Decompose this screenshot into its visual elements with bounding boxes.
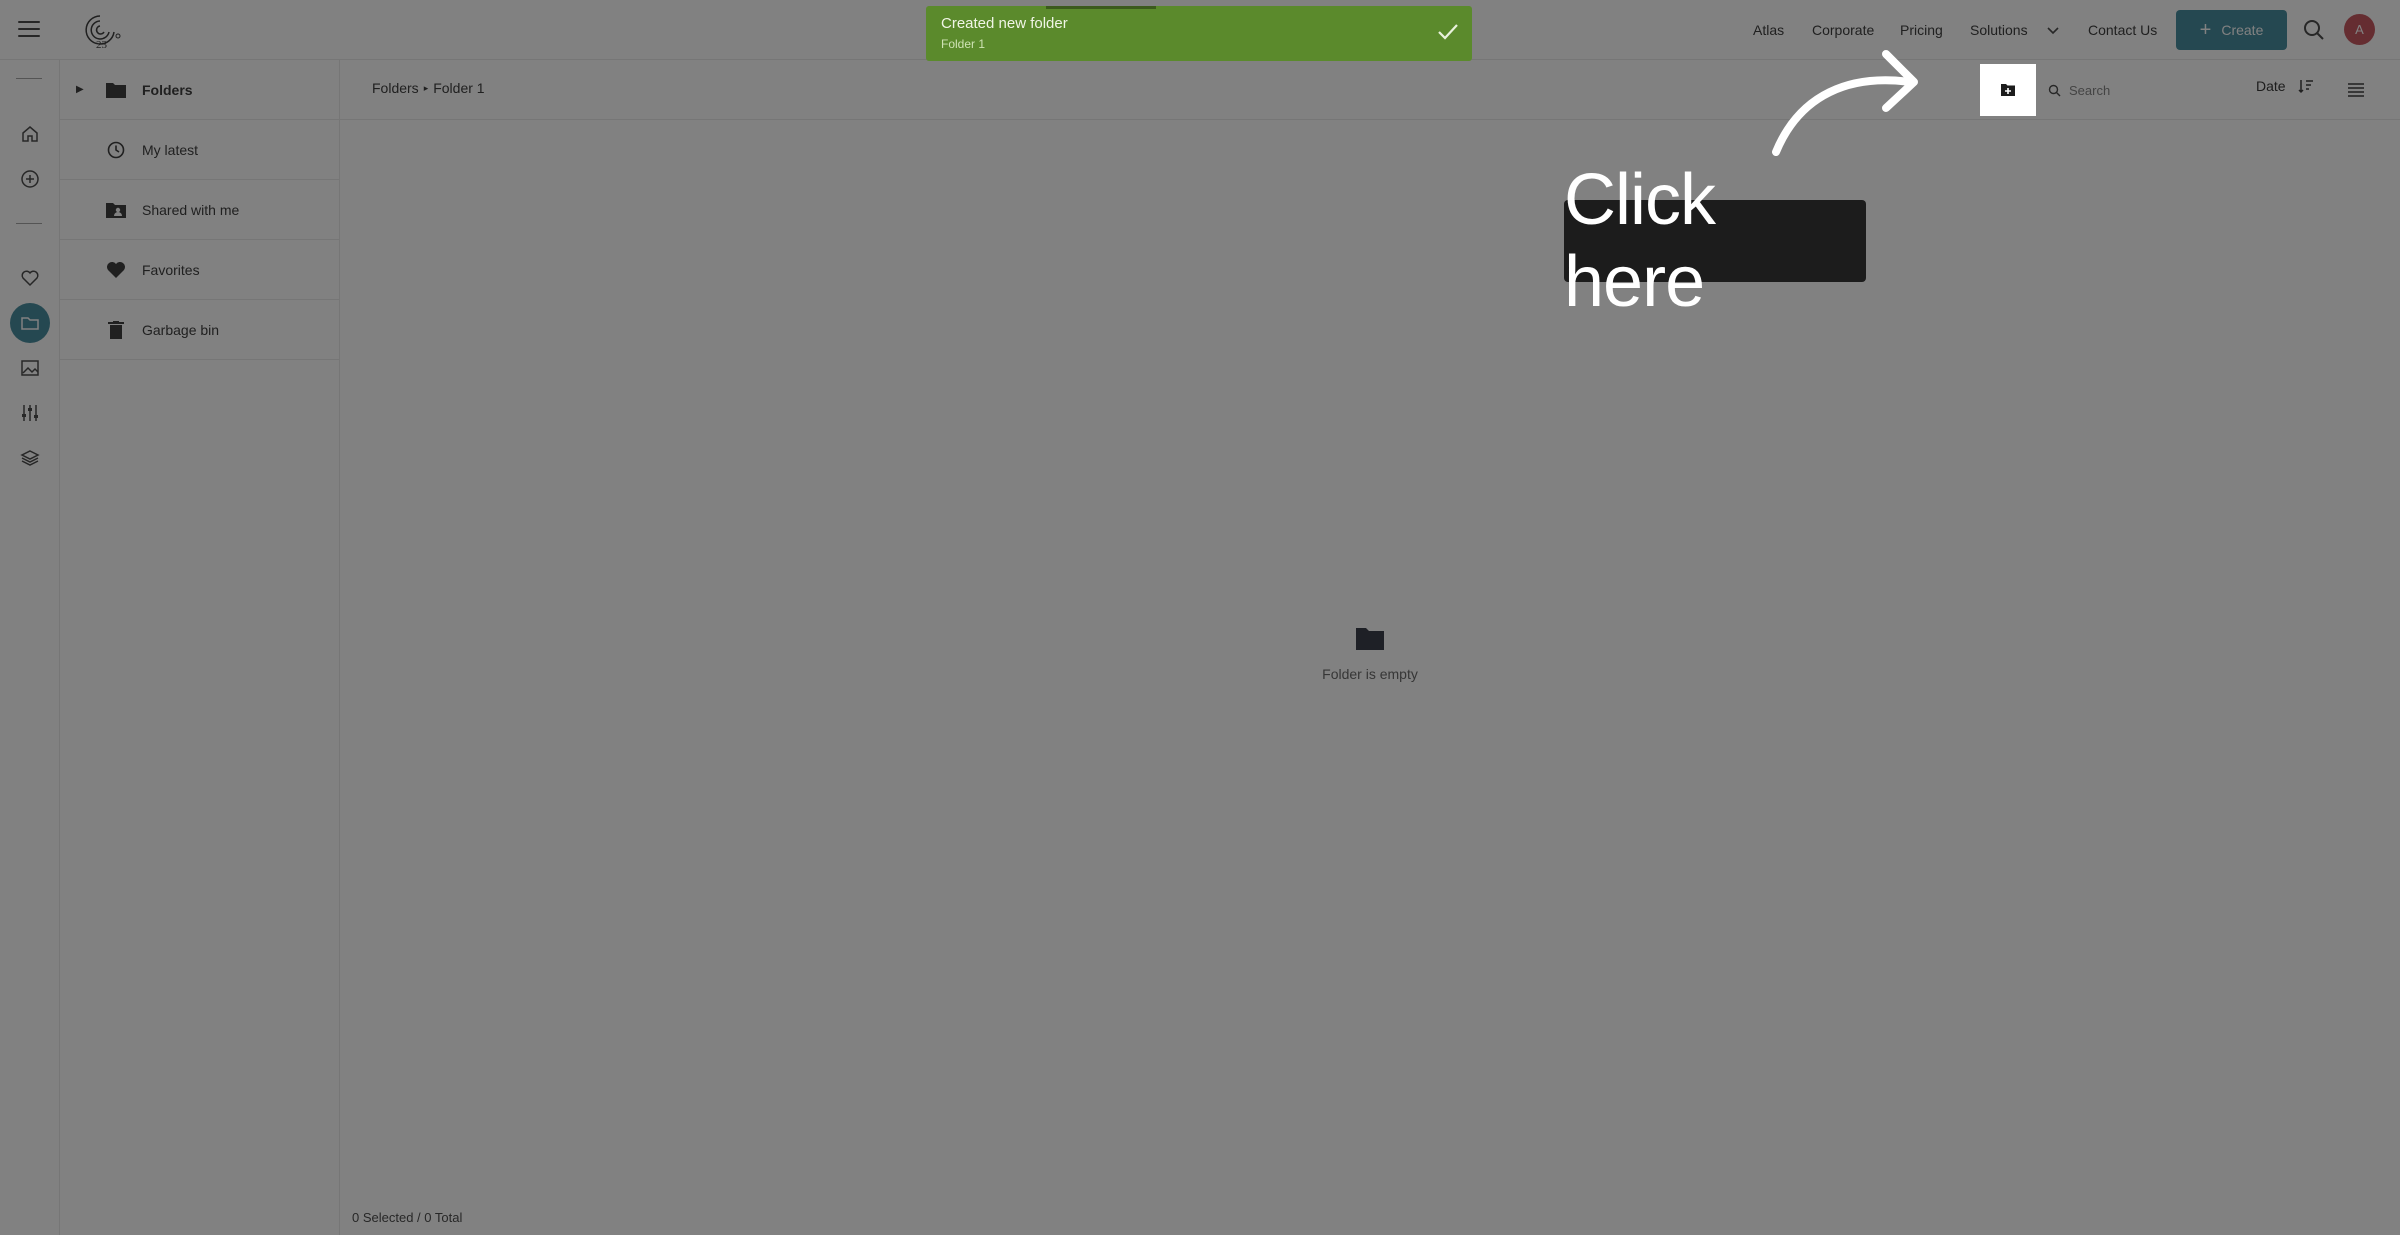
- shared-folder-icon: [105, 199, 127, 221]
- new-folder-button[interactable]: [1980, 64, 2036, 116]
- image-icon[interactable]: [14, 352, 46, 384]
- sort-control[interactable]: Date: [2256, 78, 2314, 94]
- sidebar-item-favorites[interactable]: Favorites: [60, 240, 340, 300]
- success-toast: Created new folder Folder 1: [926, 6, 1472, 61]
- toast-progress-bar: [1046, 6, 1156, 9]
- search-icon[interactable]: [2302, 18, 2326, 42]
- folder-sidebar: ▶ Folders My latest Shared with me Favor…: [60, 60, 340, 1235]
- sidebar-item-garbage-bin[interactable]: Garbage bin: [60, 300, 340, 360]
- checkmark-icon[interactable]: [1434, 18, 1462, 46]
- icon-rail: [0, 60, 60, 1235]
- folder-nav-icon[interactable]: [10, 303, 50, 343]
- sidebar-item-folders[interactable]: ▶ Folders: [60, 60, 340, 120]
- search-icon: [2048, 84, 2061, 96]
- folder-add-icon: [2001, 84, 2015, 96]
- breadcrumb-root[interactable]: Folders: [372, 80, 419, 96]
- toast-title: Created new folder: [941, 15, 1068, 32]
- chevron-down-icon: [2047, 27, 2059, 35]
- divider: [16, 78, 42, 79]
- empty-state: Folder is empty: [1300, 625, 1440, 682]
- list-view-icon[interactable]: [2344, 78, 2368, 102]
- heart-icon[interactable]: [14, 262, 46, 294]
- svg-text:23: 23: [96, 39, 108, 50]
- heart-icon: [105, 259, 127, 281]
- sidebar-item-my-latest[interactable]: My latest: [60, 120, 340, 180]
- breadcrumb-separator-icon: ▸: [423, 82, 429, 93]
- divider: [16, 223, 42, 224]
- add-circle-icon[interactable]: [14, 163, 46, 195]
- toolbar: Folders ▸ Folder 1 Date: [340, 60, 2400, 120]
- clock-icon: [105, 139, 127, 161]
- sidebar-item-shared-with-me[interactable]: Shared with me: [60, 180, 340, 240]
- create-button[interactable]: + Create: [2176, 10, 2287, 50]
- folder-icon: [105, 79, 127, 101]
- empty-message: Folder is empty: [1322, 666, 1418, 682]
- nav-solutions[interactable]: Solutions: [1970, 0, 2060, 60]
- breadcrumb: Folders ▸ Folder 1: [372, 80, 485, 96]
- layers-icon[interactable]: [14, 442, 46, 474]
- sliders-icon[interactable]: [14, 397, 46, 429]
- nav-contact-us[interactable]: Contact Us: [2088, 0, 2157, 60]
- breadcrumb-current: Folder 1: [433, 80, 485, 96]
- avatar[interactable]: A: [2344, 14, 2375, 45]
- logo[interactable]: 23: [80, 10, 122, 50]
- toast-subtitle: Folder 1: [941, 37, 986, 51]
- plus-icon: +: [2199, 19, 2212, 41]
- folder-icon: [1356, 628, 1384, 650]
- caret-right-icon[interactable]: ▶: [76, 84, 84, 95]
- sort-icon: [2298, 80, 2313, 94]
- search-input[interactable]: [2069, 82, 2229, 98]
- pointer-arrow: [1772, 50, 1918, 156]
- trash-icon: [105, 319, 127, 341]
- search-field[interactable]: [2048, 72, 2248, 108]
- menu-icon[interactable]: [18, 18, 40, 40]
- main-content: Folders ▸ Folder 1 Date Folder is empty …: [340, 60, 2400, 1235]
- home-icon[interactable]: [14, 118, 46, 150]
- tutorial-callout: Click here: [1564, 160, 1866, 322]
- selection-status: 0 Selected / 0 Total: [352, 1210, 463, 1225]
